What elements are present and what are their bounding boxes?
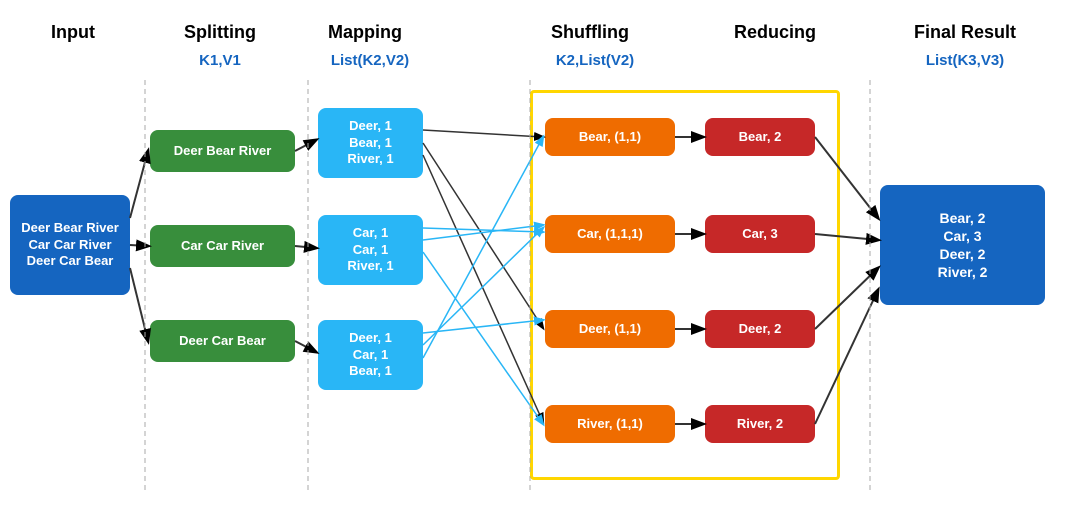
input-box: Deer Bear River Car Car River Deer Car B… (10, 195, 130, 295)
reducing-box-4: River, 2 (705, 405, 815, 443)
header-splitting: Splitting (155, 22, 285, 43)
header-input: Input (18, 22, 128, 43)
header-mapping: Mapping (310, 22, 420, 43)
shuffling-box-3: Deer, (1,1) (545, 310, 675, 348)
sub-header-splitting: K1,V1 (155, 52, 285, 69)
sub-header-final-result: List(K3,V3) (890, 52, 1040, 69)
result-box: Bear, 2 Car, 3 Deer, 2 River, 2 (880, 185, 1045, 305)
diagram: Input Splitting Mapping Shuffling Reduci… (0, 0, 1075, 514)
splitting-box-1: Deer Bear River (150, 130, 295, 172)
mapping-box-3: Deer, 1 Car, 1 Bear, 1 (318, 320, 423, 390)
sub-header-mapping: List(K2,V2) (310, 52, 430, 69)
mapping-box-1: Deer, 1 Bear, 1 River, 1 (318, 108, 423, 178)
shuffling-box-1: Bear, (1,1) (545, 118, 675, 156)
sub-header-shuffling: K2,List(V2) (535, 52, 655, 69)
mapping-box-2: Car, 1 Car, 1 River, 1 (318, 215, 423, 285)
header-shuffling: Shuffling (535, 22, 645, 43)
shuffling-box-4: River, (1,1) (545, 405, 675, 443)
shuffling-box-2: Car, (1,1,1) (545, 215, 675, 253)
reducing-box-1: Bear, 2 (705, 118, 815, 156)
splitting-box-3: Deer Car Bear (150, 320, 295, 362)
reducing-box-2: Car, 3 (705, 215, 815, 253)
splitting-box-2: Car Car River (150, 225, 295, 267)
header-reducing: Reducing (720, 22, 830, 43)
header-final-result: Final Result (890, 22, 1040, 43)
reducing-box-3: Deer, 2 (705, 310, 815, 348)
